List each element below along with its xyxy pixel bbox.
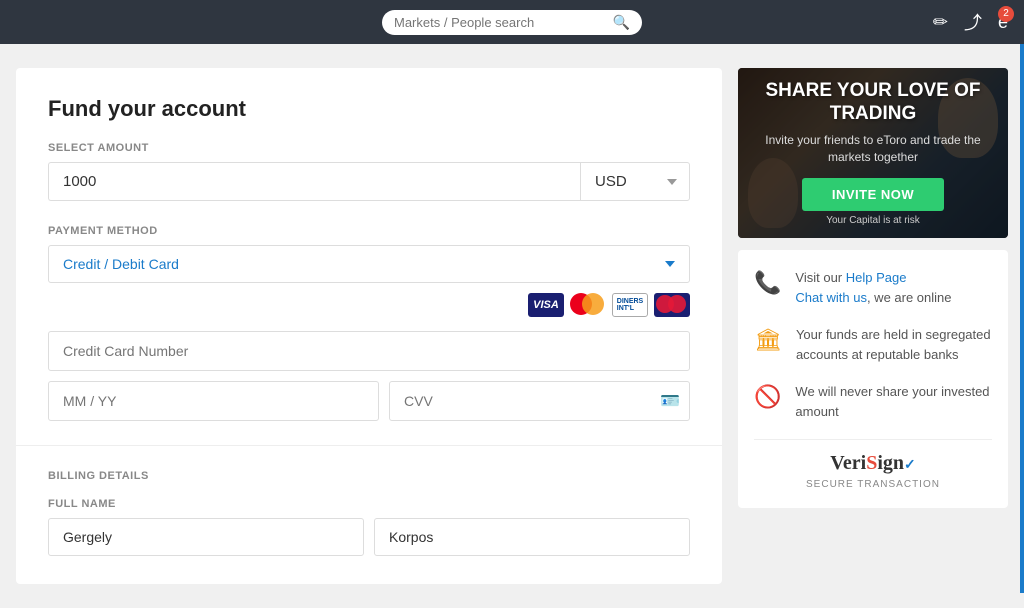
verisign-logo: VeriSign✓ <box>754 452 992 475</box>
credit-card-input[interactable] <box>48 331 690 371</box>
section-divider <box>16 445 722 446</box>
phone-icon: 📞 <box>754 270 781 296</box>
expiry-input[interactable] <box>48 381 379 421</box>
payment-method-label: PAYMENT METHOD <box>48 225 690 237</box>
currency-select[interactable]: USD EUR GBP <box>580 162 690 201</box>
help-text: Visit our Help Page Chat with us, we are… <box>795 268 951 307</box>
notification-count: 2 <box>998 6 1014 22</box>
risk-text: Your Capital is at risk <box>826 215 920 226</box>
privacy-text: We will never share your invested amount <box>795 382 992 421</box>
funds-text: Your funds are held in segregated accoun… <box>796 325 992 364</box>
amount-input[interactable] <box>48 162 580 201</box>
card-logos: VISA DINERSINT'L <box>48 293 690 317</box>
mastercard-logo <box>570 293 606 317</box>
info-card: 📞 Visit our Help Page Chat with us, we a… <box>738 250 1008 508</box>
card-details-row: 🪪 <box>48 381 690 421</box>
page-title: Fund your account <box>48 96 690 122</box>
promo-title: SHARE YOUR LOVE OF TRADING <box>752 80 994 126</box>
amount-row: USD EUR GBP <box>48 162 690 201</box>
main-content: Fund your account SELECT AMOUNT USD EUR … <box>0 44 1024 608</box>
search-bar[interactable]: 🔍 <box>382 10 642 35</box>
promo-subtitle: Invite your friends to eToro and trade t… <box>752 132 994 166</box>
secure-transaction-label: SECURE TRANSACTION <box>754 479 992 490</box>
right-panel: SHARE YOUR LOVE OF TRADING Invite your f… <box>738 68 1008 584</box>
visa-logo: VISA <box>528 293 564 317</box>
help-page-link[interactable]: Help Page <box>846 270 907 285</box>
fund-account-panel: Fund your account SELECT AMOUNT USD EUR … <box>16 68 722 584</box>
search-input[interactable] <box>394 15 613 30</box>
cvv-wrap: 🪪 <box>389 381 690 421</box>
privacy-info-item: 🚫 We will never share your invested amou… <box>754 382 992 421</box>
money-icon: 🚫 <box>754 384 781 410</box>
promo-card: SHARE YOUR LOVE OF TRADING Invite your f… <box>738 68 1008 238</box>
share-icon[interactable]: ⤴ <box>964 9 982 35</box>
maestro-logo <box>654 293 690 317</box>
chat-with-us-text[interactable]: Chat with us <box>795 290 867 305</box>
promo-overlay: SHARE YOUR LOVE OF TRADING Invite your f… <box>738 68 1008 238</box>
funds-info-item: 🏛 Your funds are held in segregated acco… <box>754 325 992 364</box>
first-name-input[interactable] <box>48 518 364 556</box>
name-row <box>48 518 690 556</box>
last-name-input[interactable] <box>374 518 690 556</box>
cvv-input[interactable] <box>389 381 690 421</box>
invite-now-button[interactable]: INVITE NOW <box>802 178 944 211</box>
notifications-badge[interactable]: e 2 <box>998 12 1008 33</box>
payment-method-section: PAYMENT METHOD Credit / Debit Card PayPa… <box>48 225 690 421</box>
payment-method-select[interactable]: Credit / Debit Card PayPal Bank Transfer <box>48 245 690 283</box>
edit-icon[interactable]: ✏ <box>933 12 948 33</box>
bank-icon: 🏛 <box>754 327 782 353</box>
scroll-indicator <box>1020 44 1024 593</box>
verisign-section: VeriSign✓ SECURE TRANSACTION <box>754 439 992 490</box>
search-icon: 🔍 <box>613 14 630 31</box>
cvv-card-icon: 🪪 <box>660 391 680 411</box>
full-name-label: FULL NAME <box>48 498 690 510</box>
select-amount-label: SELECT AMOUNT <box>48 142 690 154</box>
topnav-actions: ✏ ⤴ e 2 <box>933 9 1008 35</box>
top-navigation: 🔍 ✏ ⤴ e 2 <box>0 0 1024 44</box>
help-info-item: 📞 Visit our Help Page Chat with us, we a… <box>754 268 992 307</box>
diners-logo: DINERSINT'L <box>612 293 648 317</box>
billing-details-label: BILLING DETAILS <box>48 470 690 482</box>
